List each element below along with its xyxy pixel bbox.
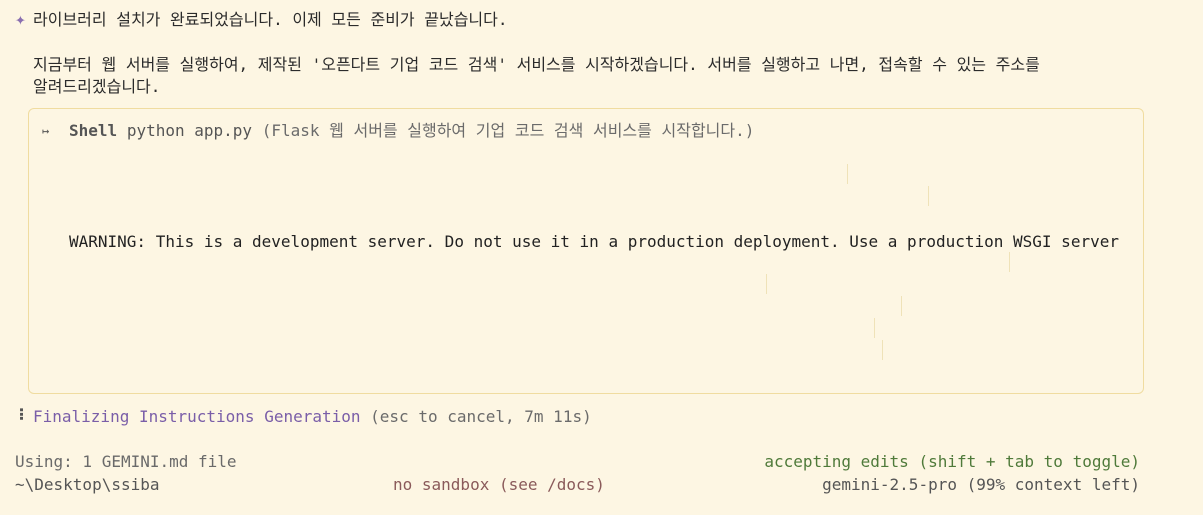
assistant-message-line: 라이브러리 설치가 완료되었습니다. 이제 모든 준비가 끝났습니다. — [33, 10, 508, 29]
status-hint: (esc to cancel, 7m 11s) — [370, 407, 592, 426]
render-artifact — [847, 164, 848, 184]
model-indicator: gemini-2.5-pro (99% context left) — [822, 475, 1140, 494]
render-artifact — [901, 296, 902, 316]
render-artifact — [766, 274, 767, 294]
render-artifact — [1009, 252, 1010, 272]
render-artifact — [928, 186, 929, 206]
spinner-icon: ⠇ — [18, 406, 30, 425]
context-files-indicator: Using: 1 GEMINI.md file — [15, 452, 237, 471]
status-line: Finalizing Instructions Generation (esc … — [33, 406, 592, 428]
shell-tool-name: Shell — [69, 121, 118, 140]
sparkle-icon: ✦ — [15, 9, 26, 30]
shell-command: python app.py — [126, 121, 253, 140]
shell-tool-header: Shell python app.py (Flask 웹 서버를 실행하여 기업… — [69, 120, 754, 142]
render-artifact — [882, 340, 883, 360]
assistant-message-paragraph: 지금부터 웹 서버를 실행하여, 제작된 '오픈다트 기업 코드 검색' 서비스… — [33, 55, 1040, 96]
edit-mode-indicator[interactable]: accepting edits (shift + tab to toggle) — [764, 451, 1140, 473]
render-artifact — [874, 318, 875, 338]
sandbox-status: no sandbox (see /docs) — [393, 475, 605, 494]
shell-output-warning: WARNING: This is a development server. D… — [69, 232, 1119, 251]
status-text: Finalizing Instructions Generation — [33, 407, 361, 426]
current-directory: ~\Desktop\ssiba — [15, 475, 160, 494]
shell-icon: ↦ — [42, 124, 50, 138]
shell-description: (Flask 웹 서버를 실행하여 기업 코드 검색 서비스를 시작합니다.) — [261, 121, 755, 140]
